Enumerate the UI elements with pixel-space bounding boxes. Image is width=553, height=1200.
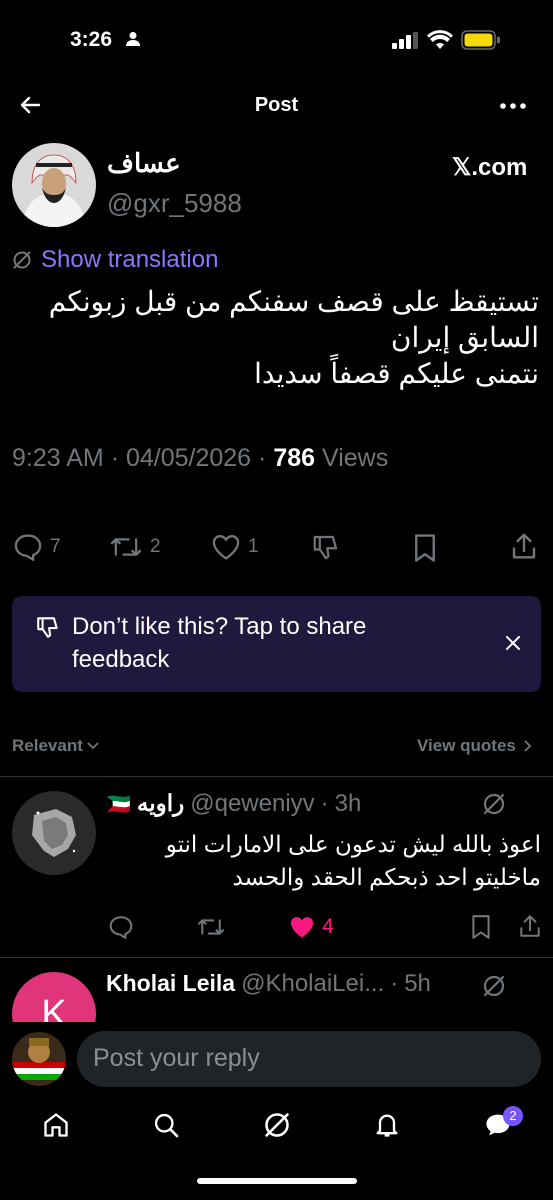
sort-dropdown[interactable]: Relevant [12, 736, 99, 756]
divider [0, 957, 553, 958]
page-title: Post [254, 94, 299, 116]
dislike-button[interactable] [310, 532, 342, 562]
status-time: 3:26 [70, 28, 113, 51]
more-icon[interactable] [500, 103, 526, 109]
thumbs-down-icon [34, 614, 62, 640]
bookmark-button[interactable] [412, 533, 438, 563]
tweet-date: 04/05/2026 [125, 444, 252, 472]
heart-filled-icon [290, 917, 314, 938]
kuwait-flag-icon: 🇰🇼 [106, 794, 131, 816]
avatar-letter: K [12, 972, 96, 1022]
repost-count: 2 [150, 536, 161, 557]
reply-repost-button[interactable] [196, 915, 226, 939]
grok-icon[interactable] [263, 1111, 291, 1139]
author-name[interactable]: عساف [107, 148, 181, 179]
reply-author-handle[interactable]: @KholaiLei... [241, 970, 384, 998]
reply-text-line: اعوذ بالله ليش تدعون على الامارات انتو [165, 831, 541, 857]
reply-author-name[interactable]: Kholai Leila [106, 970, 235, 997]
tweet-meta: 9:23 AM · 04/05/2026 · 786 Views [12, 444, 388, 473]
messages-badge: 2 [503, 1106, 523, 1126]
heart-icon [212, 535, 240, 560]
repost-icon [197, 919, 225, 935]
reply-time: 5h [404, 970, 431, 997]
chevron-down-icon [87, 742, 99, 750]
reply-author-handle[interactable]: @qeweniyv [190, 790, 314, 818]
home-indicator [197, 1178, 357, 1184]
thumbs-down-icon [313, 535, 338, 560]
bell-icon[interactable] [373, 1111, 401, 1139]
views-count: 786 [273, 444, 316, 472]
battery-icon [461, 30, 501, 50]
share-icon [512, 533, 536, 559]
reply-text-line: ماخليتو احد ذبحكم الحقد والحسد [232, 864, 541, 891]
close-icon[interactable] [506, 636, 520, 650]
tweet-text: تستيقظ على قصف سفنكم من قبل زبونكم الساب… [9, 284, 539, 391]
meta-separator: · [320, 790, 329, 817]
divider [0, 776, 553, 777]
sort-label: Relevant [12, 736, 83, 755]
search-icon[interactable] [152, 1111, 180, 1139]
my-avatar[interactable] [12, 1032, 66, 1086]
share-icon [520, 915, 540, 937]
source-label: 𝕏.com [452, 154, 528, 181]
repost-icon [110, 538, 142, 556]
repost-button[interactable]: 2 [108, 533, 161, 561]
views-label: Views [322, 444, 389, 472]
reply-time: 3h [334, 790, 362, 817]
chevron-right-icon [524, 740, 532, 752]
author-handle[interactable]: @gxr_5988 [107, 188, 242, 219]
home-icon[interactable] [42, 1111, 70, 1139]
grok-icon [12, 250, 32, 270]
reply-icon [14, 534, 42, 561]
share-button[interactable] [510, 531, 538, 561]
reply-input[interactable]: Post your reply [77, 1031, 541, 1087]
view-quotes-link[interactable]: View quotes [417, 736, 532, 756]
reply-button[interactable]: 7 [12, 533, 61, 561]
bookmark-icon [415, 534, 435, 562]
reply-header: 🇰🇼 راويه @qeweniyv · 3h [106, 790, 361, 818]
reply-bookmark-button[interactable] [470, 914, 492, 940]
author-avatar[interactable] [12, 143, 96, 227]
meta-separator: · [258, 444, 267, 472]
like-count: 1 [248, 536, 259, 557]
reply-input-placeholder: Post your reply [93, 1044, 260, 1072]
view-quotes-label: View quotes [417, 736, 516, 755]
reply-like-button[interactable]: 4 [288, 914, 334, 940]
reply-avatar[interactable] [12, 791, 96, 875]
tweet-time: 9:23 AM [12, 444, 104, 472]
reply-share-button[interactable] [518, 913, 542, 939]
signal-icon [392, 32, 418, 49]
reply-header: Kholai Leila @KholaiLei... · 5h [106, 970, 431, 998]
grok-icon[interactable] [482, 792, 506, 816]
meta-separator: · [110, 444, 120, 472]
show-translation-link[interactable]: Show translation [41, 246, 218, 274]
reply-like-count: 4 [322, 915, 334, 938]
person-icon [126, 31, 140, 47]
reply-author-name[interactable]: راويه [137, 790, 184, 817]
feedback-banner[interactable]: Don’t like this? Tap to share feedback [12, 596, 541, 692]
reply-icon [109, 916, 133, 939]
like-button[interactable]: 1 [210, 533, 259, 561]
tweet-text-line: نتمنى عليكم قصفاً سديدا [254, 357, 539, 389]
wifi-icon [427, 30, 453, 49]
meta-separator: · [390, 970, 399, 997]
tweet-text-line: تستيقظ على قصف سفنكم من قبل زبونكم [48, 286, 539, 317]
reply-reply-button[interactable] [108, 915, 134, 939]
reply-avatar[interactable]: K [12, 972, 96, 1022]
grok-icon[interactable] [482, 974, 506, 998]
bookmark-icon [472, 915, 490, 939]
reply-count: 7 [50, 536, 61, 557]
feedback-text: Don’t like this? Tap to share feedback [72, 613, 367, 674]
tweet-text-line: السابق إيران [390, 321, 539, 353]
reply-text: اعوذ بالله ليش تدعون على الامارات انتو م… [166, 828, 541, 895]
